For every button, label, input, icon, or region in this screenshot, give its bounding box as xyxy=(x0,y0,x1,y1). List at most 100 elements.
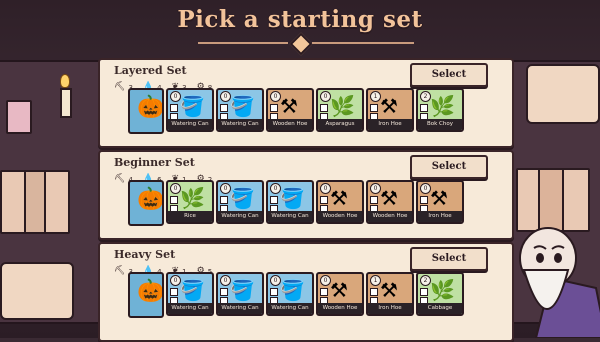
card[interactable]: 1 ⚒ Iron Hoe xyxy=(366,88,414,132)
plant-icon: 🌿 xyxy=(430,278,455,302)
hoe-icon: ⚒ xyxy=(380,186,398,210)
card[interactable]: 2 🌿 Cabbage xyxy=(416,272,464,316)
slot-icon xyxy=(370,288,378,296)
card[interactable]: 0 🪣 Watering Can xyxy=(166,88,214,132)
plant-icon: 🌿 xyxy=(330,94,355,118)
title-divider xyxy=(198,42,288,44)
slot-icon xyxy=(270,288,278,296)
hoe-icon: ⚒ xyxy=(380,278,398,302)
scarecrow-icon: 🎃 xyxy=(137,95,164,120)
hoe-icon: ⚒ xyxy=(280,94,298,118)
card-label: Iron Hoe xyxy=(418,211,462,222)
card[interactable]: 0 🌿 Rice xyxy=(166,180,214,224)
plant-icon: 🌿 xyxy=(180,186,205,210)
card[interactable]: 0 🪣 Watering Can xyxy=(266,272,314,316)
hero-card[interactable]: 🎃 xyxy=(128,88,164,134)
card-row: 🎃 0 🪣 Watering Can 0 🪣 Watering Can 0 🪣 Watering … xyxy=(128,272,464,318)
watering-can-icon: 🪣 xyxy=(230,94,255,118)
set-panel: Heavy SetSelect⛏3💧4❦1⚙5🎃0🪣Watering Can0🪣… xyxy=(98,242,514,342)
hoe-icon: ⚒ xyxy=(330,278,348,302)
card-label: Wooden Hoe xyxy=(318,211,362,222)
scarecrow-icon: 🎃 xyxy=(137,279,164,304)
card-label: Wooden Hoe xyxy=(268,119,312,130)
hero-card[interactable]: 🎃 xyxy=(128,272,164,318)
open-book-icon xyxy=(526,64,600,124)
card-label: Bok Choy xyxy=(418,119,462,130)
slot-icon xyxy=(270,104,278,112)
flame-icon xyxy=(60,74,70,88)
slot-icon xyxy=(320,288,328,296)
card[interactable]: 0 🪣 Watering Can xyxy=(216,180,264,224)
select-button[interactable]: Select xyxy=(410,247,488,271)
card-row: 🎃 0 🪣 Watering Can 0 🪣 Watering Can 0 ⚒ Wooden Ho… xyxy=(128,88,464,134)
hoe-icon: ⚒ xyxy=(380,94,398,118)
card-label: Watering Can xyxy=(268,303,312,314)
set-panel: Layered SetSelect⛏3💧4❦3⚙8🎃0🪣Watering Can… xyxy=(98,58,514,148)
pick-icon: ⛏ xyxy=(114,266,126,276)
card-label: Cabbage xyxy=(418,303,462,314)
pick-icon: ⛏ xyxy=(114,82,126,92)
card[interactable]: 1 ⚒ Iron Hoe xyxy=(366,272,414,316)
page-title: Pick a starting set xyxy=(177,6,423,33)
slot-icon xyxy=(320,104,328,112)
card[interactable]: 0 🪣 Watering Can xyxy=(266,180,314,224)
card[interactable]: 0 🪣 Watering Can xyxy=(216,88,264,132)
card-label: Watering Can xyxy=(268,211,312,222)
slot-icon xyxy=(170,104,178,112)
watering-can-icon: 🪣 xyxy=(180,94,205,118)
card[interactable]: 0 ⚒ Wooden Hoe xyxy=(316,180,364,224)
slot-icon xyxy=(170,196,178,204)
card[interactable]: 0 ⚒ Wooden Hoe xyxy=(366,180,414,224)
card-row: 🎃 0 🌿 Rice 0 🪣 Watering Can 0 🪣 Watering Can 0 ⚒ Woo… xyxy=(128,180,464,226)
hoe-icon: ⚒ xyxy=(430,186,448,210)
title-divider xyxy=(312,42,414,44)
slot-icon xyxy=(420,288,428,296)
slot-icon xyxy=(270,196,278,204)
set-name: Beginner Set xyxy=(114,156,195,169)
card[interactable]: 0 🪣 Watering Can xyxy=(166,272,214,316)
watering-can-icon: 🪣 xyxy=(230,186,255,210)
card-label: Wooden Hoe xyxy=(368,211,412,222)
slot-icon xyxy=(220,288,228,296)
card-label: Asparagus xyxy=(318,119,362,130)
book-icon xyxy=(6,100,32,134)
card[interactable]: 2 🌿 Bok Choy xyxy=(416,88,464,132)
candle-icon xyxy=(60,88,72,118)
slot-icon xyxy=(370,196,378,204)
slot-icon xyxy=(320,196,328,204)
slot-icon xyxy=(220,104,228,112)
watering-can-icon: 🪣 xyxy=(280,186,305,210)
slot-icon xyxy=(370,104,378,112)
scarecrow-icon: 🎃 xyxy=(137,187,164,212)
slot-icon xyxy=(420,196,428,204)
book-icon xyxy=(44,170,70,234)
pick-icon: ⛏ xyxy=(114,174,126,184)
watering-can-icon: 🪣 xyxy=(230,278,255,302)
card-label: Iron Hoe xyxy=(368,303,412,314)
hoe-icon: ⚒ xyxy=(330,186,348,210)
plant-icon: 🌿 xyxy=(430,94,455,118)
card-label: Watering Can xyxy=(168,303,212,314)
open-book-icon xyxy=(0,262,74,320)
slot-icon xyxy=(420,104,428,112)
hero-card[interactable]: 🎃 xyxy=(128,180,164,226)
card-label: Rice xyxy=(168,211,212,222)
card[interactable]: 0 🪣 Watering Can xyxy=(216,272,264,316)
select-button[interactable]: Select xyxy=(410,155,488,179)
watering-can-icon: 🪣 xyxy=(180,278,205,302)
card-label: Watering Can xyxy=(168,119,212,130)
slot-icon xyxy=(220,196,228,204)
card[interactable]: 0 🌿 Asparagus xyxy=(316,88,364,132)
card-label: Iron Hoe xyxy=(368,119,412,130)
select-button[interactable]: Select xyxy=(410,63,488,87)
slot-icon xyxy=(170,288,178,296)
card-label: Watering Can xyxy=(218,303,262,314)
card[interactable]: 0 ⚒ Wooden Hoe xyxy=(266,88,314,132)
watering-can-icon: 🪣 xyxy=(280,278,305,302)
card[interactable]: 0 ⚒ Iron Hoe xyxy=(416,180,464,224)
set-name: Heavy Set xyxy=(114,248,176,261)
card-label: Watering Can xyxy=(218,119,262,130)
card[interactable]: 0 ⚒ Wooden Hoe xyxy=(316,272,364,316)
card-label: Watering Can xyxy=(218,211,262,222)
wizard-character xyxy=(519,227,600,338)
